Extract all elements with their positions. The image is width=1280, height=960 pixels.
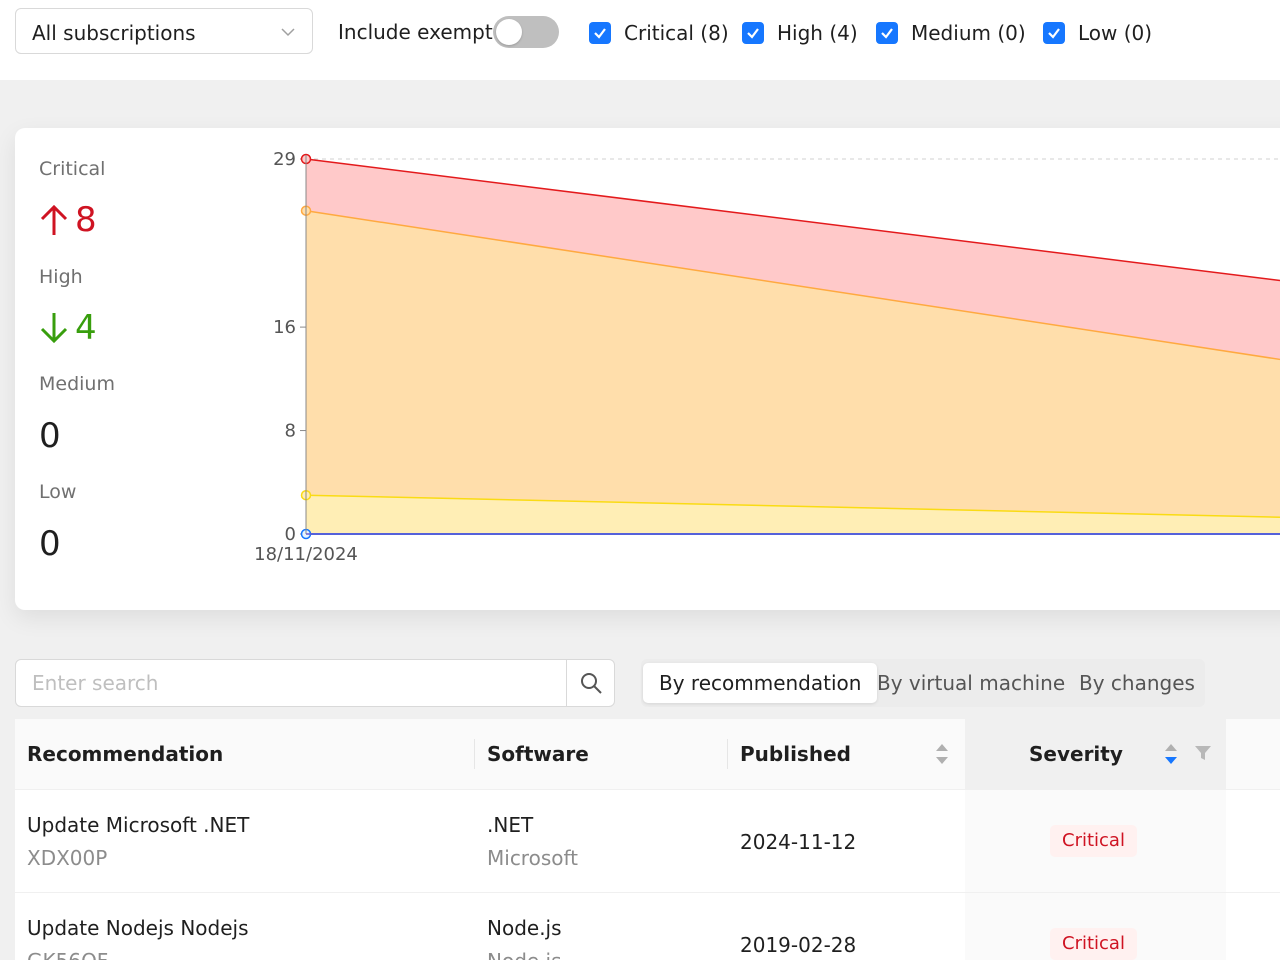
y-tick-label: 8 xyxy=(285,421,296,442)
arrow-up-icon xyxy=(40,204,68,235)
column-header-recommendation[interactable]: Recommendation xyxy=(27,719,223,789)
toggle-knob xyxy=(496,19,522,45)
summary-critical-count: 8 xyxy=(75,200,97,240)
severity-trend-card: Critical 8 High 4 Medium 0 Low 0 0 8 16 29 1… xyxy=(15,128,1280,610)
table-header: Recommendation Software Published Severi… xyxy=(15,719,1280,790)
recommendation-id: XDX00P xyxy=(27,846,108,870)
software-vendor: Microsoft xyxy=(487,846,579,870)
include-exempt-toggle[interactable] xyxy=(493,16,559,48)
subscription-select-value: All subscriptions xyxy=(32,21,196,45)
y-tick-label: 29 xyxy=(273,149,296,170)
sort-descending-icon[interactable] xyxy=(1164,741,1178,767)
view-by-changes[interactable]: By changes xyxy=(1063,663,1211,703)
chevron-down-icon xyxy=(281,28,295,37)
column-header-published[interactable]: Published xyxy=(740,719,851,789)
summary-low-label: Low xyxy=(39,481,77,503)
summary-medium-count: 0 xyxy=(39,416,61,456)
checkmark-icon xyxy=(876,22,898,44)
column-divider xyxy=(474,739,475,769)
checkbox-medium-label: Medium (0) xyxy=(911,21,1026,45)
view-by-virtual-machine[interactable]: By virtual machine xyxy=(861,663,1081,703)
summary-medium-label: Medium xyxy=(39,373,115,395)
published-date: 2024-11-12 xyxy=(740,830,857,854)
checkbox-high-label: High (4) xyxy=(777,21,858,45)
summary-low-count: 0 xyxy=(39,524,61,564)
checkmark-icon xyxy=(742,22,764,44)
checkbox-high[interactable]: High (4) xyxy=(742,19,858,47)
view-by-recommendation[interactable]: By recommendation xyxy=(643,663,878,703)
view-switcher: By recommendation By virtual machine By … xyxy=(641,659,1205,707)
checkbox-low-label: Low (0) xyxy=(1078,21,1153,45)
recommendation-name: Update Nodejs Nodejs xyxy=(27,916,249,940)
severity-trend-chart: 0 8 16 29 18/11/2024 xyxy=(255,149,1280,565)
checkbox-low[interactable]: Low (0) xyxy=(1043,19,1152,47)
software-name: .NET xyxy=(487,813,534,837)
checkbox-critical-label: Critical (8) xyxy=(624,21,729,45)
sort-icon[interactable] xyxy=(935,741,949,767)
search-button[interactable] xyxy=(566,660,614,706)
search-input[interactable] xyxy=(16,660,566,706)
filter-bar: All subscriptions Include exempt Critica… xyxy=(0,0,1280,80)
severity-badge: Critical xyxy=(1050,825,1137,857)
summary-low-value: 0 xyxy=(39,524,61,564)
filter-icon[interactable] xyxy=(1194,744,1212,762)
checkbox-critical[interactable]: Critical (8) xyxy=(589,19,729,47)
recommendation-id: GK56QF xyxy=(27,949,108,960)
summary-high-count: 4 xyxy=(75,308,97,348)
summary-critical-label: Critical xyxy=(39,158,106,180)
summary-high-label: High xyxy=(39,266,83,288)
summary-critical-value: 8 xyxy=(39,200,97,240)
y-tick-label: 0 xyxy=(285,524,296,545)
table-row[interactable]: Update Nodejs Nodejs GK56QF Node.js Node… xyxy=(15,892,1280,960)
search-box xyxy=(15,659,615,707)
summary-high-value: 4 xyxy=(39,308,97,348)
checkmark-icon xyxy=(1043,22,1065,44)
checkbox-medium[interactable]: Medium (0) xyxy=(876,19,1026,47)
summary-medium-value: 0 xyxy=(39,416,61,456)
include-exempt-label: Include exempt xyxy=(338,20,493,44)
software-name: Node.js xyxy=(487,916,562,940)
software-vendor: Node.js xyxy=(487,949,562,960)
search-icon xyxy=(580,673,602,694)
column-header-software[interactable]: Software xyxy=(487,719,589,789)
severity-badge: Critical xyxy=(1050,928,1137,960)
recommendation-name: Update Microsoft .NET xyxy=(27,813,250,837)
column-divider xyxy=(727,739,728,769)
column-header-severity[interactable]: Severity xyxy=(1029,719,1123,789)
y-tick-label: 16 xyxy=(273,317,296,338)
recommendations-table: Recommendation Software Published Severi… xyxy=(15,719,1280,960)
x-tick-label: 18/11/2024 xyxy=(255,544,358,565)
subscription-select[interactable]: All subscriptions xyxy=(15,8,313,54)
published-date: 2019-02-28 xyxy=(740,933,857,957)
checkmark-icon xyxy=(589,22,611,44)
table-row[interactable]: Update Microsoft .NET XDX00P .NET Micros… xyxy=(15,789,1280,893)
arrow-down-icon xyxy=(40,313,68,344)
